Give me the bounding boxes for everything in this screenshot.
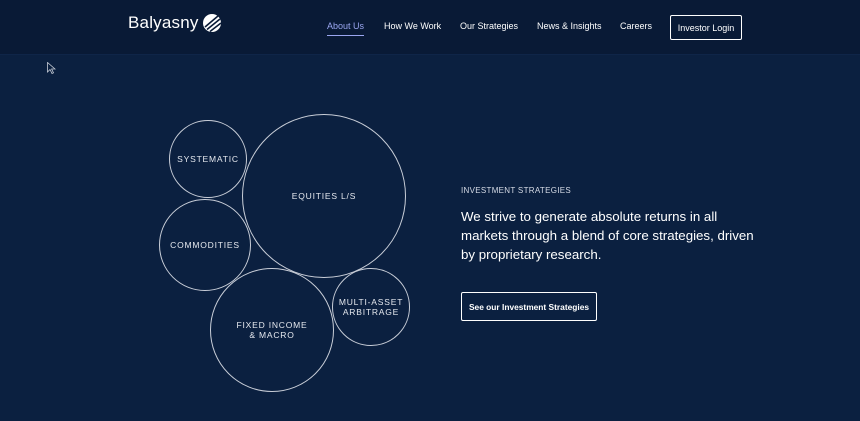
bubble-label: FIXED INCOME & MACRO (236, 320, 308, 340)
section-headline: We strive to generate absolute returns i… (461, 209, 754, 262)
bubble-label: MULTI-ASSET ARBITRAGE (338, 297, 404, 317)
see-strategies-button[interactable]: See our Investment Strategies (461, 292, 597, 321)
bubble-label: SYSTEMATIC (177, 154, 239, 164)
bubble-label: COMMODITIES (170, 240, 240, 250)
bubble-fixed-income-macro[interactable]: FIXED INCOME & MACRO (210, 268, 334, 392)
bubble-multi-asset-arbitrage[interactable]: MULTI-ASSET ARBITRAGE (332, 268, 410, 346)
bubble-equities-ls[interactable]: EQUITIES L/S (242, 114, 406, 278)
bubble-label: EQUITIES L/S (291, 191, 357, 201)
bubble-systematic[interactable]: SYSTEMATIC (169, 120, 247, 198)
section-eyebrow: INVESTMENT STRATEGIES (461, 186, 572, 195)
